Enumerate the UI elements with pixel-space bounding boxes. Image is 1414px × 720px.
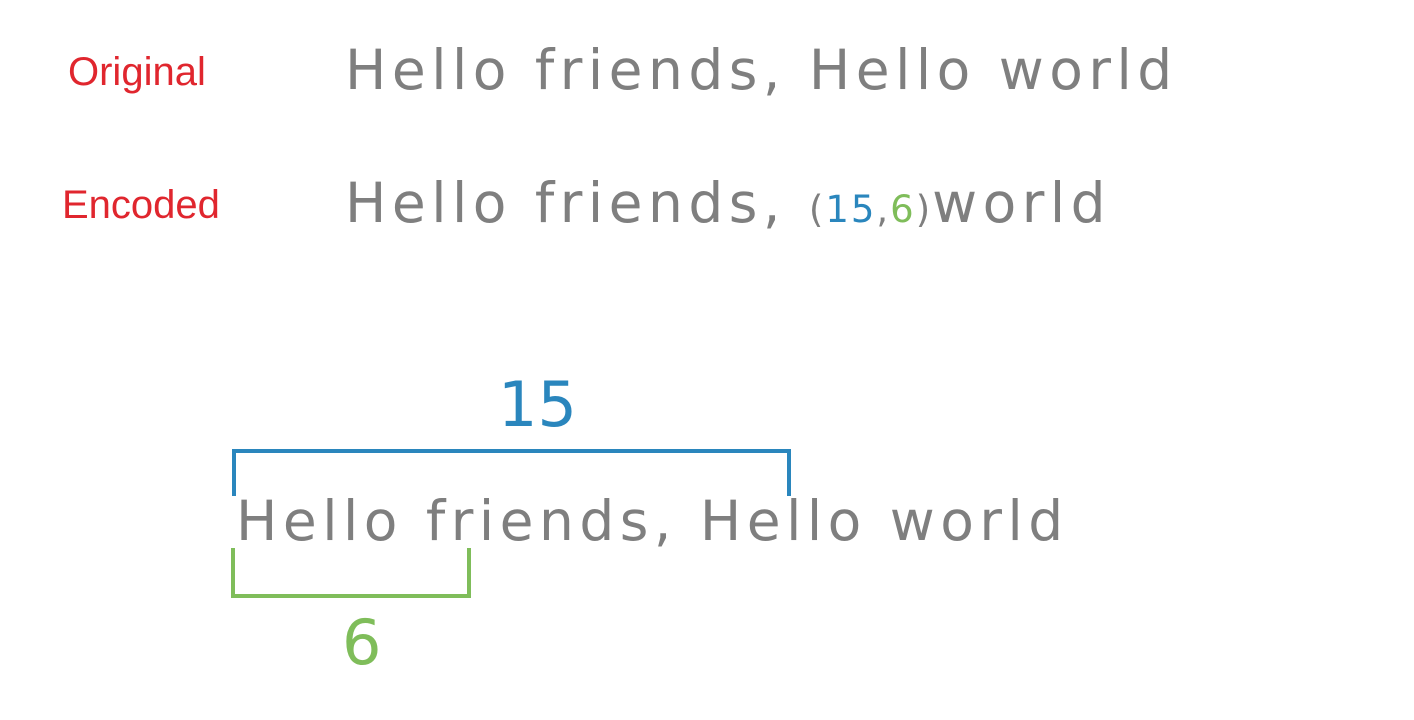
- brackets: [231, 449, 791, 598]
- illustration-text: Hello friends, Hello world: [236, 489, 1069, 553]
- length-number: 6: [342, 606, 382, 679]
- length-bracket: [231, 548, 471, 598]
